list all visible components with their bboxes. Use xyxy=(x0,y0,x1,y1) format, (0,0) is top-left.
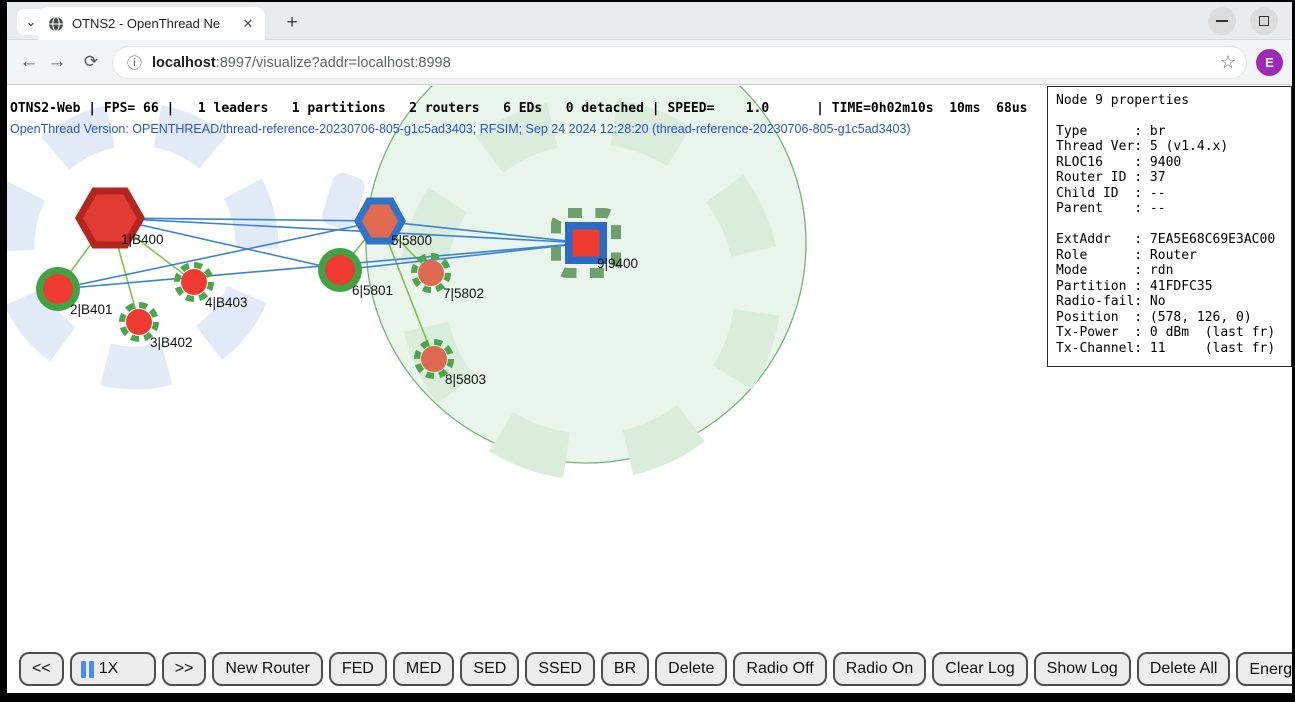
tab-strip: ⌄ OTNS2 - OpenThread Ne ✕ + xyxy=(7,2,1292,40)
pause-icon xyxy=(81,661,94,678)
chevron-down-icon: ⌄ xyxy=(26,14,37,30)
url-field[interactable]: ⓘ localhost:8997/visualize?addr=localhos… xyxy=(112,46,1247,79)
new-router-button[interactable]: New Router xyxy=(212,652,322,686)
browser-window: ⌄ OTNS2 - OpenThread Ne ✕ + ← → ⟳ ⓘ loca… xyxy=(0,0,1295,702)
node-3[interactable]: 3|B402 xyxy=(122,305,193,350)
url-host: localhost xyxy=(152,55,216,71)
properties-title: Node 9 properties xyxy=(1056,93,1283,109)
forward-button[interactable]: → xyxy=(43,48,71,76)
radio-off-button[interactable]: Radio Off xyxy=(733,652,826,686)
window-maximize-button[interactable] xyxy=(1250,7,1278,35)
status-bar: OTNS2-Web | FPS= 66 | 1 leaders 1 partit… xyxy=(10,101,1027,116)
node-label: 6|5801 xyxy=(352,283,393,298)
address-bar: ← → ⟳ ⓘ localhost:8997/visualize?addr=lo… xyxy=(7,40,1292,85)
node-label: 8|5803 xyxy=(445,372,486,387)
otns-canvas: 1|B400 2|B401 3|B402 4|B403 xyxy=(7,86,1292,693)
node-label: 3|B402 xyxy=(150,335,193,350)
properties-lines: Type : br Thread Ver: 5 (v1.4.x) RLOC16 … xyxy=(1056,124,1283,357)
node-label: 4|B403 xyxy=(205,295,248,310)
tab-title: OTNS2 - OpenThread Ne xyxy=(72,16,239,31)
br-button[interactable]: BR xyxy=(601,652,649,686)
speed-up-button[interactable]: >> xyxy=(162,652,207,686)
node-label: 2|B401 xyxy=(70,302,113,317)
node-label: 7|5802 xyxy=(443,286,484,301)
delete-button[interactable]: Delete xyxy=(655,652,727,686)
show-log-button[interactable]: Show Log xyxy=(1034,652,1131,686)
speed-label: 1X xyxy=(99,660,119,678)
fed-button[interactable]: FED xyxy=(329,652,387,686)
node-properties-panel: Node 9 properties Type : br Thread Ver: … xyxy=(1047,86,1292,367)
back-button[interactable]: ← xyxy=(15,48,43,76)
minimize-icon xyxy=(1216,20,1228,22)
url-text: localhost:8997/visualize?addr=localhost:… xyxy=(152,55,1212,71)
node-label: 1|B400 xyxy=(121,232,164,247)
ssed-button[interactable]: SSED xyxy=(525,652,595,686)
maximize-icon xyxy=(1259,16,1269,26)
med-button[interactable]: MED xyxy=(393,652,455,686)
browser-content: ⌄ OTNS2 - OpenThread Ne ✕ + ← → ⟳ ⓘ loca… xyxy=(7,2,1292,693)
speed-down-button[interactable]: << xyxy=(19,652,64,686)
speed-button[interactable]: 1X xyxy=(70,652,156,686)
node-4[interactable]: 4|B403 xyxy=(177,265,248,310)
openthread-version-line: OpenThread Version: OPENTHREAD/thread-re… xyxy=(10,122,911,136)
simulator-toolbar: << 1X >> New Router FED MED SED SSED BR … xyxy=(19,652,1292,686)
url-path: :8997/visualize?addr=localhost:8998 xyxy=(216,55,451,71)
reload-button[interactable]: ⟳ xyxy=(77,48,105,76)
clear-log-button[interactable]: Clear Log xyxy=(932,652,1027,686)
node-label: 5|5800 xyxy=(391,233,432,248)
page-info-icon[interactable]: ⓘ xyxy=(127,52,142,73)
delete-all-button[interactable]: Delete All xyxy=(1137,652,1231,686)
window-minimize-button[interactable] xyxy=(1208,7,1236,35)
bookmark-star-icon[interactable]: ☆ xyxy=(1220,52,1236,73)
sed-button[interactable]: SED xyxy=(460,652,519,686)
profile-avatar[interactable]: E xyxy=(1256,49,1283,76)
close-tab-icon[interactable]: ✕ xyxy=(239,15,257,33)
tab-otns2[interactable]: OTNS2 - OpenThread Ne ✕ xyxy=(38,7,265,40)
radio-on-button[interactable]: Radio On xyxy=(833,652,927,686)
node-label: 9|9400 xyxy=(597,256,638,271)
globe-favicon-icon xyxy=(48,16,64,32)
new-tab-button[interactable]: + xyxy=(279,10,305,36)
energy-stats-button[interactable]: Energy-stats ↗ xyxy=(1236,652,1292,686)
